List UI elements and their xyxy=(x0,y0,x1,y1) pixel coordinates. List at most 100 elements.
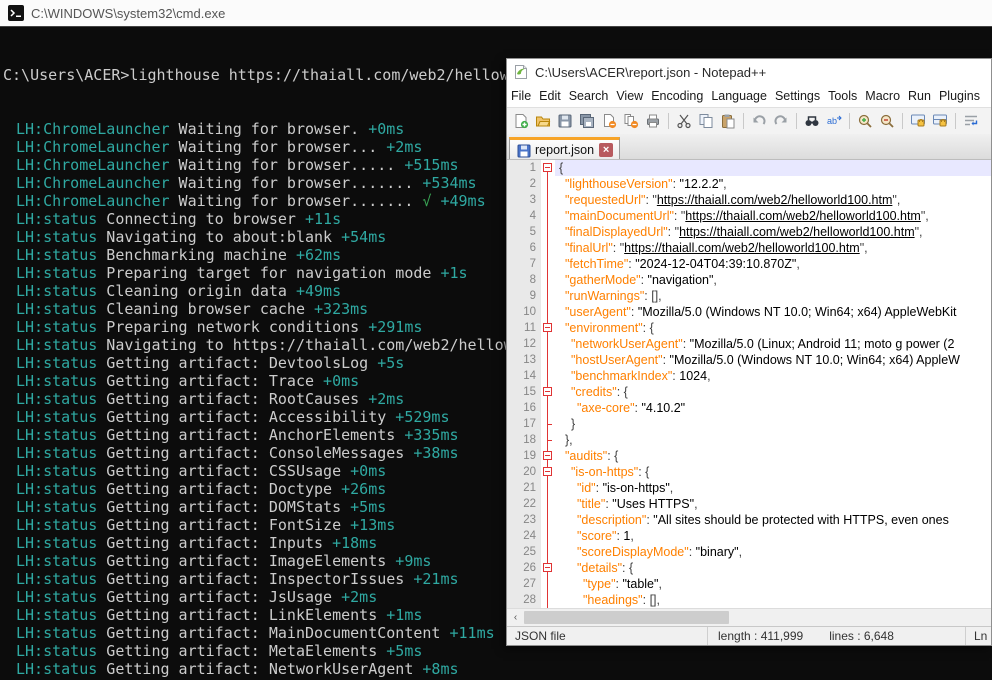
notepadpp-titlebar[interactable]: C:\Users\ACER\report.json - Notepad++ xyxy=(507,59,991,85)
editor-line: 1{ xyxy=(507,160,991,176)
menu-tools[interactable]: Tools xyxy=(824,86,861,106)
toolbar-separator xyxy=(668,113,669,129)
code-text: "details": { xyxy=(555,560,991,576)
line-number: 6 xyxy=(507,240,541,256)
fold-margin xyxy=(541,304,555,320)
toolbar-separator xyxy=(743,113,744,129)
sync-vertical-icon[interactable] xyxy=(908,111,928,131)
menu-encoding[interactable]: Encoding xyxy=(647,86,707,106)
code-text: "gatherMode": "navigation", xyxy=(555,272,991,288)
paste-icon[interactable] xyxy=(718,111,738,131)
undo-icon[interactable] xyxy=(749,111,769,131)
fold-margin xyxy=(541,496,555,512)
fold-collapse-icon[interactable] xyxy=(541,320,555,336)
horizontal-scrollbar[interactable]: ‹ xyxy=(507,608,991,626)
open-file-icon[interactable] xyxy=(533,111,553,131)
code-text: "credits": { xyxy=(555,384,991,400)
menu-settings[interactable]: Settings xyxy=(771,86,824,106)
editor-line: 3"requestedUrl": "https://thaiall.com/we… xyxy=(507,192,991,208)
line-number: 20 xyxy=(507,464,541,480)
tab-close-icon[interactable]: × xyxy=(599,143,613,157)
menu-macro[interactable]: Macro xyxy=(861,86,904,106)
editor-line: 25"scoreDisplayMode": "binary", xyxy=(507,544,991,560)
fold-collapse-icon[interactable] xyxy=(541,464,555,480)
code-text: "is-on-https": { xyxy=(555,464,991,480)
editor-line: 21"id": "is-on-https", xyxy=(507,480,991,496)
line-number: 2 xyxy=(507,176,541,192)
sync-horizontal-icon[interactable] xyxy=(930,111,950,131)
menu-run[interactable]: Run xyxy=(904,86,935,106)
line-number: 18 xyxy=(507,432,541,448)
fold-margin xyxy=(541,416,555,432)
scrollbar-thumb[interactable] xyxy=(524,611,729,624)
svg-text:ab: ab xyxy=(827,116,837,126)
code-text: "benchmarkIndex": 1024, xyxy=(555,368,991,384)
code-text: "title": "Uses HTTPS", xyxy=(555,496,991,512)
fold-margin xyxy=(541,240,555,256)
find-icon[interactable] xyxy=(802,111,822,131)
line-number: 4 xyxy=(507,208,541,224)
scroll-left-arrow-icon[interactable]: ‹ xyxy=(507,609,524,626)
notepadpp-window: C:\Users\ACER\report.json - Notepad++ Fi… xyxy=(506,58,992,646)
fold-collapse-icon[interactable] xyxy=(541,448,555,464)
line-number: 17 xyxy=(507,416,541,432)
menu-plugins[interactable]: Plugins xyxy=(935,86,984,106)
fold-margin xyxy=(541,224,555,240)
code-text: "lighthouseVersion": "12.2.2", xyxy=(555,176,991,192)
line-number: 23 xyxy=(507,512,541,528)
line-number: 10 xyxy=(507,304,541,320)
new-file-icon[interactable] xyxy=(511,111,531,131)
editor[interactable]: 1{2 "lighthouseVersion": "12.2.2",3"reque… xyxy=(507,160,991,608)
toolbar-separator xyxy=(796,113,797,129)
line-number: 13 xyxy=(507,352,541,368)
editor-line: 7"fetchTime": "2024-12-04T04:39:10.870Z"… xyxy=(507,256,991,272)
fold-collapse-icon[interactable] xyxy=(541,160,555,176)
zoom-out-icon[interactable] xyxy=(877,111,897,131)
word-wrap-icon[interactable] xyxy=(961,111,981,131)
save-all-icon[interactable] xyxy=(577,111,597,131)
copy-icon[interactable] xyxy=(696,111,716,131)
line-number: 16 xyxy=(507,400,541,416)
fold-collapse-icon[interactable] xyxy=(541,560,555,576)
menu-language[interactable]: Language xyxy=(707,86,771,106)
menu-search[interactable]: Search xyxy=(565,86,613,106)
fold-margin xyxy=(541,192,555,208)
code-text: "runWarnings": [], xyxy=(555,288,991,304)
code-text: "type": "table", xyxy=(555,576,991,592)
fold-margin xyxy=(541,336,555,352)
menu-view[interactable]: View xyxy=(612,86,647,106)
editor-line: 8"gatherMode": "navigation", xyxy=(507,272,991,288)
code-text: "environment": { xyxy=(555,320,991,336)
close-file-icon[interactable] xyxy=(599,111,619,131)
code-text: "hostUserAgent": "Mozilla/5.0 (Windows N… xyxy=(555,352,991,368)
toolbar-separator xyxy=(902,113,903,129)
editor-line: 9"runWarnings": [], xyxy=(507,288,991,304)
cut-icon[interactable] xyxy=(674,111,694,131)
line-number: 11 xyxy=(507,320,541,336)
close-all-icon[interactable] xyxy=(621,111,641,131)
line-number: 7 xyxy=(507,256,541,272)
code-text: "id": "is-on-https", xyxy=(555,480,991,496)
fold-margin xyxy=(541,480,555,496)
editor-line: 17} xyxy=(507,416,991,432)
tab-report-json[interactable]: report.json × xyxy=(509,137,620,159)
fold-margin xyxy=(541,512,555,528)
tab-bar: report.json × xyxy=(507,134,991,160)
status-doc-type: JSON file xyxy=(507,627,707,645)
line-number: 14 xyxy=(507,368,541,384)
redo-icon[interactable] xyxy=(771,111,791,131)
code-text: "description": "All sites should be prot… xyxy=(555,512,991,528)
save-icon[interactable] xyxy=(555,111,575,131)
log-line: LH:status Getting artifact: NetworkUserA… xyxy=(3,660,992,678)
fold-margin xyxy=(541,432,555,448)
status-bar: JSON file length : 411,999 lines : 6,648… xyxy=(507,626,991,645)
menu-edit[interactable]: Edit xyxy=(535,86,565,106)
menu-file[interactable]: File xyxy=(507,86,535,106)
cmd-window-titlebar[interactable]: C:\WINDOWS\system32\cmd.exe xyxy=(0,0,992,27)
print-icon[interactable] xyxy=(643,111,663,131)
replace-icon[interactable]: ab xyxy=(824,111,844,131)
fold-collapse-icon[interactable] xyxy=(541,384,555,400)
zoom-in-icon[interactable] xyxy=(855,111,875,131)
code-text: "requestedUrl": "https://thaiall.com/web… xyxy=(555,192,991,208)
status-length: length : 411,999 xyxy=(718,629,803,643)
